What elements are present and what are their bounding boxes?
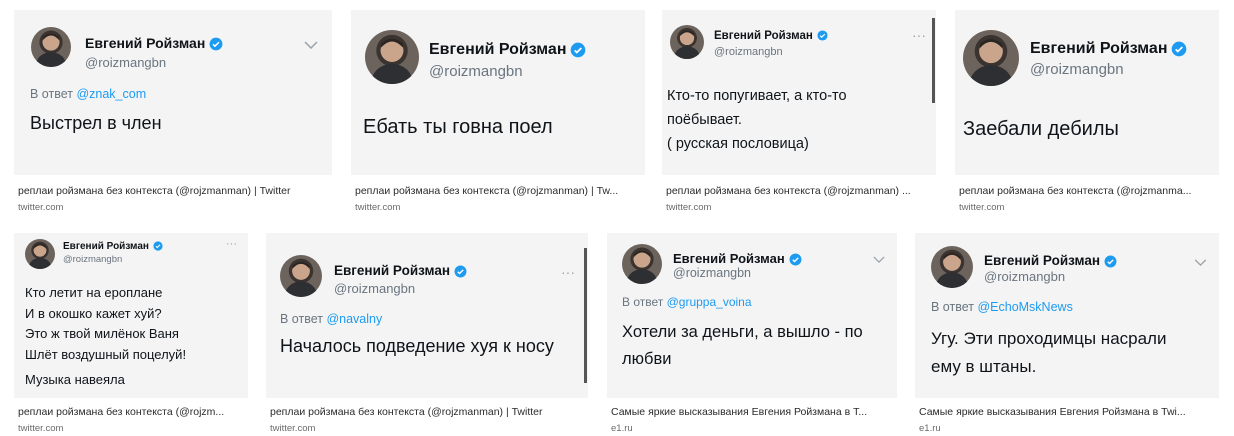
chevron-down-icon[interactable] [1194, 259, 1207, 266]
author-handle: @roizmangbn [429, 63, 523, 80]
result-domain: twitter.com [666, 202, 712, 213]
author-name: Евгений Ройзман [1030, 40, 1187, 58]
reply-mention[interactable]: @navalny [326, 312, 382, 326]
verified-badge-icon [153, 241, 163, 251]
result-caption[interactable]: Самые яркие высказывания Евгения Ройзман… [919, 406, 1219, 418]
more-icon[interactable]: ··· [912, 28, 926, 42]
tweet-screenshot[interactable]: Евгений Ройзман @roizmangbn ··· Кто-то п… [662, 10, 936, 175]
chevron-down-icon[interactable] [304, 41, 318, 49]
image-result[interactable]: Евгений Ройзман @roizmangbn ··· В ответ … [266, 233, 590, 436]
avatar [25, 239, 55, 269]
author-name: Евгений Ройзман [85, 35, 223, 51]
image-result[interactable]: Евгений Ройзман @roizmangbn В ответ @zna… [14, 10, 334, 215]
image-result[interactable]: Евгений Ройзман @roizmangbn В ответ @Ech… [915, 233, 1219, 436]
author-name: Евгений Ройзман [429, 41, 586, 59]
verified-badge-icon [209, 37, 223, 51]
reply-context: В ответ @navalny [280, 312, 383, 326]
result-caption[interactable]: Самые яркие высказывания Евгения Ройзман… [611, 406, 897, 418]
image-result[interactable]: Евгений Ройзман @roizmangbn Ебать ты гов… [351, 10, 646, 215]
avatar [622, 244, 662, 284]
verified-badge-icon [1104, 255, 1117, 268]
reply-context: В ответ @EchoMskNews [931, 300, 1073, 314]
result-domain: twitter.com [18, 423, 64, 434]
avatar [931, 246, 973, 288]
author-handle: @roizmangbn [63, 254, 123, 265]
tweet-text: Кто-то попугивает, а кто-то поёбывает. (… [667, 88, 847, 152]
chevron-down-icon[interactable] [873, 256, 885, 263]
result-caption[interactable]: реплаи ройзмана без контекста (@rojzmanm… [666, 185, 938, 197]
reply-context: В ответ @znak_com [30, 87, 147, 101]
author-handle: @roizmangbn [85, 55, 167, 70]
tweet-screenshot[interactable]: Евгений Ройзман @roizmangbn В ответ @zna… [14, 10, 332, 175]
result-domain: e1.ru [611, 423, 633, 434]
verified-badge-icon [1172, 41, 1187, 57]
author-name: Евгений Ройзман [63, 241, 163, 252]
result-caption[interactable]: реплаи ройзмана без контекста (@rojzmanm… [270, 406, 588, 418]
avatar [280, 255, 322, 297]
author-handle: @roizmangbn [1030, 61, 1124, 78]
result-domain: e1.ru [919, 423, 941, 434]
tweet-screenshot[interactable]: Евгений Ройзман @roizmangbn ··· В ответ … [266, 233, 588, 398]
tweet-text-extra: Музыка навеяла [25, 372, 125, 387]
author-handle: @roizmangbn [984, 269, 1066, 284]
verified-badge-icon [571, 42, 586, 58]
tweet-screenshot[interactable]: Евгений Ройзман @roizmangbn ··· Кто лети… [14, 233, 248, 398]
author-name: Евгений Ройзман [984, 253, 1117, 268]
result-domain: twitter.com [355, 202, 401, 213]
result-domain: twitter.com [959, 202, 1005, 213]
verified-badge-icon [817, 30, 828, 42]
tweet-text: Выстрел в член [30, 113, 162, 133]
image-result[interactable]: Евгений Ройзман @roizmangbn ··· Кто лети… [14, 233, 250, 436]
tweet-text: Кто летит на ероплане И в окошко кажет х… [25, 285, 187, 362]
result-caption[interactable]: реплаи ройзмана без контекста (@rojzmanm… [18, 185, 334, 197]
tweet-text: Ебать ты говна поел [363, 116, 553, 138]
result-caption[interactable]: реплаи ройзмана без контекста (@rojzm... [18, 406, 248, 418]
tweet-screenshot[interactable]: Евгений Ройзман @roizmangbn Заебали деби… [955, 10, 1219, 175]
reply-mention[interactable]: @EchoMskNews [977, 300, 1072, 314]
tweet-screenshot[interactable]: Евгений Ройзман @roizmangbn В ответ @gru… [607, 233, 897, 398]
tweet-text: Хотели за деньги, а вышло - по любви [622, 323, 863, 368]
image-result[interactable]: Евгений Ройзман @roizmangbn В ответ @gru… [607, 233, 899, 436]
reply-context: В ответ @gruppa_voina [622, 295, 752, 309]
author-handle: @roizmangbn [334, 281, 416, 296]
avatar [963, 30, 1019, 86]
tweet-text: Началось подведение хуя к носу [280, 336, 554, 356]
result-caption[interactable]: реплаи ройзмана без контекста (@rojzmanm… [959, 185, 1217, 197]
result-caption[interactable]: реплаи ройзмана без контекста (@rojzmanm… [355, 185, 645, 197]
author-handle: @roizmangbn [714, 46, 783, 58]
tweet-text: Угу. Эти проходимцы насрали ему в штаны. [931, 329, 1167, 376]
image-result[interactable]: Евгений Ройзман @roizmangbn Заебали деби… [955, 10, 1219, 215]
avatar [31, 27, 71, 67]
author-name: Евгений Ройзман [673, 251, 802, 266]
author-handle: @roizmangbn [673, 266, 752, 280]
verified-badge-icon [454, 265, 467, 278]
more-icon[interactable]: ··· [561, 265, 575, 279]
result-domain: twitter.com [18, 202, 64, 213]
reply-mention[interactable]: @znak_com [76, 87, 146, 101]
tweet-text: Заебали дебилы [963, 118, 1119, 140]
verified-badge-icon [789, 253, 802, 266]
scrollbar[interactable] [584, 248, 587, 383]
avatar [365, 30, 419, 84]
reply-mention[interactable]: @gruppa_voina [667, 295, 752, 309]
tweet-screenshot[interactable]: Евгений Ройзман @roizmangbn В ответ @Ech… [915, 233, 1219, 398]
author-name: Евгений Ройзман [334, 263, 467, 278]
image-result[interactable]: Евгений Ройзман @roizmangbn ··· Кто-то п… [662, 10, 938, 215]
more-icon[interactable]: ··· [226, 239, 237, 250]
scrollbar[interactable] [932, 18, 935, 103]
author-name: Евгений Ройзман [714, 30, 828, 42]
avatar [670, 25, 704, 59]
result-domain: twitter.com [270, 423, 316, 434]
tweet-screenshot[interactable]: Евгений Ройзман @roizmangbn Ебать ты гов… [351, 10, 645, 175]
